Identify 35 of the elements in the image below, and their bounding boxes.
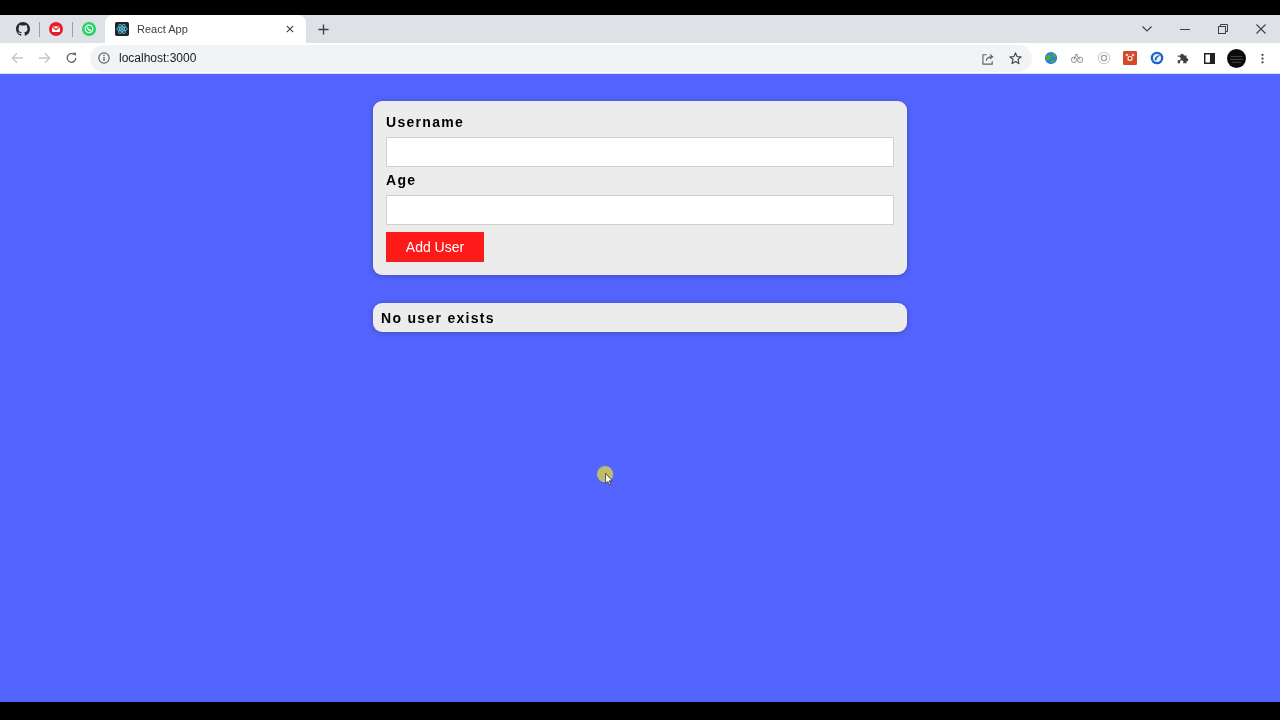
cursor-icon [597, 466, 615, 486]
reload-icon [65, 52, 78, 64]
bicycle-icon [1070, 51, 1085, 65]
info-icon [98, 52, 110, 64]
chevron-down-icon [1142, 26, 1152, 32]
globe-icon [1043, 51, 1058, 65]
side-panel-icon [1204, 52, 1216, 64]
cat-icon [15, 22, 30, 36]
field-label: Username [386, 113, 465, 131]
share-icon [981, 51, 995, 65]
field-label: Age [386, 171, 417, 189]
star-icon [1008, 51, 1022, 65]
address-text: localhost:3000 [119, 51, 197, 65]
add-user-button[interactable]: Add User [386, 232, 484, 262]
plus-icon [317, 23, 329, 35]
chat-bubble-icon [81, 22, 96, 36]
ring-icon [1096, 51, 1111, 65]
minimize-icon [1180, 28, 1190, 30]
close-icon [286, 25, 294, 33]
avatar-icon [1226, 48, 1246, 68]
input-field[interactable] [386, 137, 894, 167]
menu-icon [1261, 52, 1265, 64]
puzzle-icon [1176, 51, 1191, 65]
compass-icon [1149, 51, 1164, 65]
restore-icon [1218, 24, 1228, 34]
empty-message: No user exists [381, 309, 495, 326]
mail-icon [48, 22, 63, 36]
atom-icon [115, 22, 129, 36]
input-field[interactable] [386, 195, 894, 225]
arrow-left-icon [11, 52, 24, 64]
arrow-right-icon [38, 52, 51, 64]
close-icon [1256, 24, 1266, 34]
browser-tab[interactable]: React App [105, 15, 306, 43]
address-bar[interactable]: localhost:3000 [90, 44, 1032, 72]
face-tile-icon [1123, 51, 1138, 65]
